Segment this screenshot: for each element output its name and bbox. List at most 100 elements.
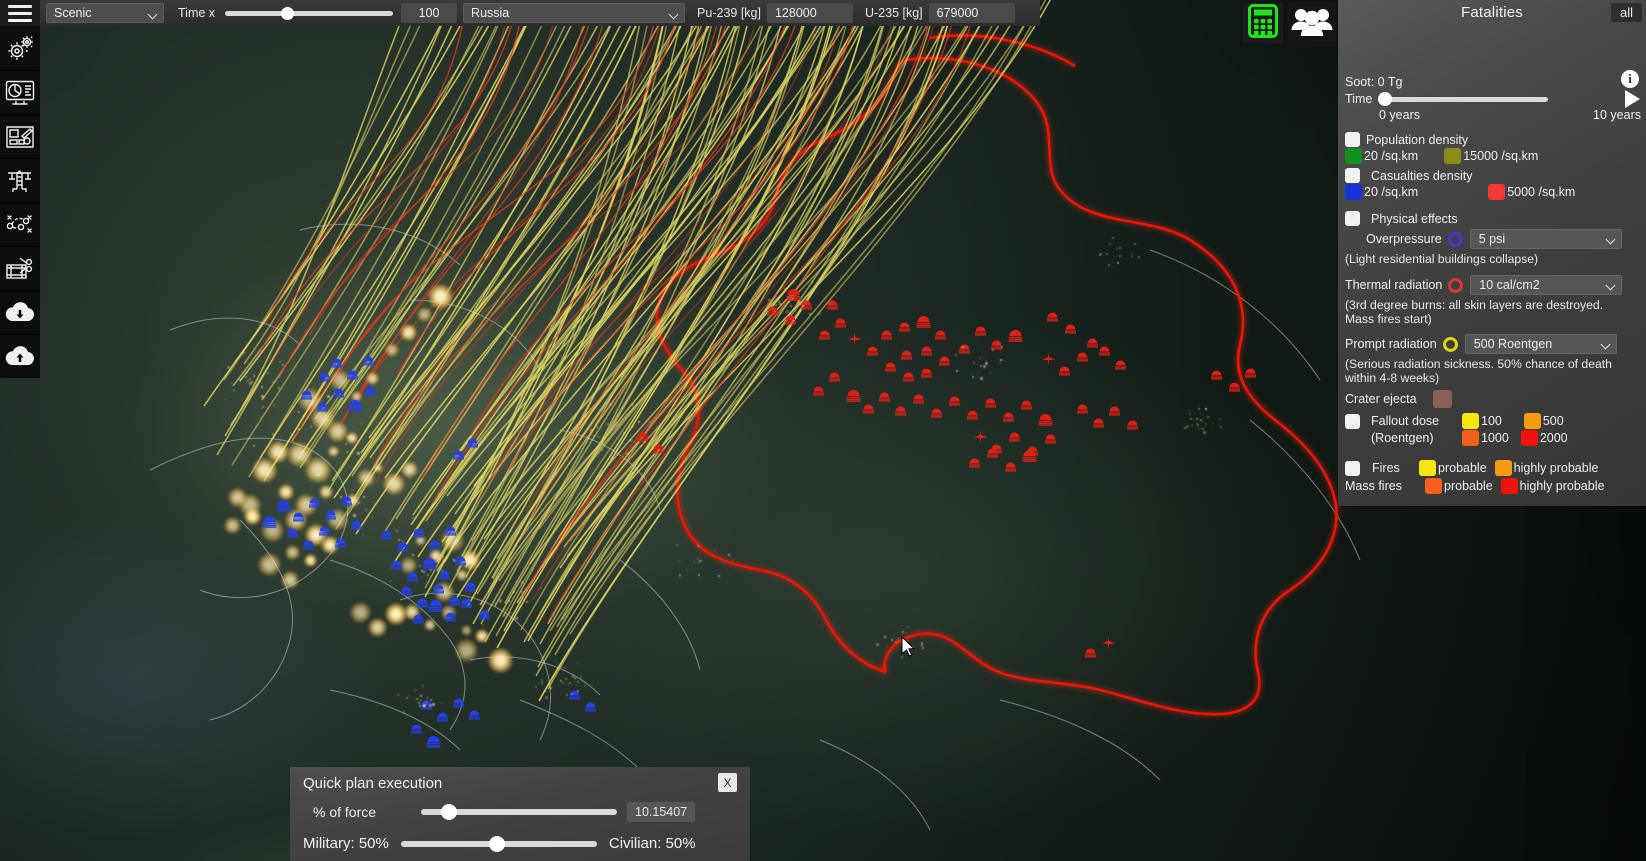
thermal-radiation-note: (3rd degree burns: all skin layers are d…	[1345, 298, 1604, 326]
prompt-radiation-value: 500 Roentgen	[1473, 337, 1553, 351]
population-density-checkbox[interactable]	[1345, 132, 1360, 147]
prompt-color-ring	[1442, 336, 1458, 352]
pu239-field[interactable]: 128000	[766, 3, 853, 23]
casualties-legend: 20 /sq.km 5000 /sq.km	[1345, 184, 1642, 200]
u235-field[interactable]: 679000	[928, 3, 1015, 23]
scenario-mode-select[interactable]: Scenic	[46, 3, 164, 23]
population-legend-low: 20 /sq.km	[1345, 148, 1418, 164]
left-sidebar	[0, 26, 40, 378]
sidebar-item-design[interactable]	[0, 114, 40, 158]
physical-effects-label: Physical effects	[1371, 211, 1458, 226]
fallout-value-1000: 1000	[1481, 431, 1509, 445]
pu239-label: Pu-239 [kg]	[697, 6, 761, 20]
fallout-dose-row-2: (Roentgen) 1000 2000	[1345, 430, 1642, 446]
prompt-radiation-label: Prompt radiation	[1345, 337, 1437, 351]
population-high-swatch	[1444, 148, 1462, 164]
casualties-density-row[interactable]: Casualties density	[1345, 168, 1642, 183]
prompt-radiation-row: Prompt radiation 500 Roentgen	[1345, 334, 1642, 354]
hamburger-icon[interactable]	[0, 0, 40, 26]
force-percentage-row: % of force 10.15407	[303, 802, 740, 822]
overpressure-select[interactable]: 5 psi	[1469, 229, 1622, 249]
mil-civ-slider-knob[interactable]	[488, 835, 505, 852]
population-button[interactable]	[1288, 2, 1336, 46]
civilian-label: Civilian: 50%	[608, 835, 696, 852]
fallout-dose-row: Fallout dose 100 500	[1345, 413, 1642, 429]
fallout-swatch-500	[1523, 413, 1541, 429]
crater-ejecta-row: Crater ejecta	[1345, 390, 1642, 408]
panel-time-slider[interactable]	[1378, 91, 1549, 107]
cloud-upload-icon	[4, 345, 36, 369]
time-multiplier-slider[interactable]	[225, 3, 394, 23]
cloud-download-icon	[4, 301, 36, 325]
thermal-radiation-row: Thermal radiation 10 cal/cm2	[1345, 275, 1642, 295]
sidebar-item-construction[interactable]	[0, 158, 40, 202]
mass-fires-highly-label: highly probable	[1519, 479, 1605, 493]
population-density-row[interactable]: Population density	[1345, 132, 1642, 147]
casualties-density-label: Casualties density	[1371, 168, 1473, 183]
play-icon[interactable]	[1625, 90, 1640, 108]
sidebar-item-settings[interactable]	[0, 26, 40, 70]
fires-probable-swatch	[1419, 460, 1436, 476]
time-max-label: 10 years	[1593, 108, 1641, 122]
fallout-value-100: 100	[1481, 414, 1502, 428]
fallout-swatch-1000	[1462, 430, 1479, 446]
force-percentage-label: % of force	[313, 804, 377, 820]
force-slider-knob[interactable]	[441, 804, 457, 820]
casualties-density-checkbox[interactable]	[1345, 168, 1360, 183]
overpressure-label: Overpressure	[1366, 232, 1442, 246]
prompt-radiation-select[interactable]: 500 Roentgen	[1464, 334, 1617, 354]
application-window: Scenic Time x 100 Russia Pu-239 [kg] 128…	[0, 0, 1646, 861]
physical-effects-row[interactable]: Physical effects	[1345, 211, 1642, 226]
people-icon	[1291, 6, 1333, 43]
mass-fires-row: Mass fires probable highly probable	[1345, 478, 1642, 494]
fires-checkbox[interactable]	[1345, 460, 1360, 476]
casualties-high-swatch	[1488, 184, 1506, 200]
crater-ejecta-label: Crater ejecta	[1345, 392, 1417, 406]
time-slider-row: Time	[1345, 91, 1641, 107]
close-icon[interactable]: X	[718, 773, 737, 792]
time-slider-track	[225, 11, 394, 16]
mass-fires-label: Mass fires	[1345, 479, 1402, 493]
force-percentage-slider[interactable]	[421, 804, 617, 820]
fires-label: Fires	[1372, 461, 1400, 475]
quick-plan-dialog: Quick plan execution X % of force 10.154…	[290, 767, 750, 861]
fallout-dose-label: Fallout dose	[1371, 414, 1440, 428]
population-low-value: 20 /sq.km	[1364, 149, 1419, 163]
thermal-radiation-value: 10 cal/cm2	[1479, 278, 1540, 292]
time-range-labels: 0 years 10 years	[1345, 108, 1641, 122]
force-percentage-value[interactable]: 10.15407	[627, 802, 696, 822]
thermal-radiation-select[interactable]: 10 cal/cm2	[1470, 275, 1623, 295]
sidebar-item-download[interactable]	[0, 290, 40, 334]
panel-options: Population density 20 /sq.km 15000 /sq.k…	[1345, 132, 1642, 495]
population-low-swatch	[1345, 148, 1362, 164]
thermal-color-ring	[1448, 277, 1464, 293]
military-civilian-row: Military: 50% Civilian: 50%	[303, 835, 740, 852]
panel-time-knob[interactable]	[1378, 92, 1393, 106]
sidebar-item-statistics[interactable]	[0, 70, 40, 114]
military-civilian-slider[interactable]	[400, 835, 597, 852]
time-slider-knob[interactable]	[281, 7, 295, 20]
overpressure-note: (Light residential buildings collapse)	[1345, 252, 1539, 266]
country-select[interactable]: Russia	[463, 3, 686, 23]
all-button[interactable]: all	[1610, 3, 1642, 22]
country-select-value: Russia	[471, 6, 510, 20]
fallout-swatch-100	[1462, 413, 1479, 429]
fallout-dose-checkbox[interactable]	[1345, 413, 1360, 429]
time-multiplier-value[interactable]: 100	[401, 3, 458, 23]
casualties-low-value: 20 /sq.km	[1364, 185, 1419, 199]
dialog-title: Quick plan execution	[303, 775, 443, 792]
fallout-value-500: 500	[1542, 414, 1564, 428]
sidebar-item-editor[interactable]	[0, 246, 40, 290]
sidebar-item-upload[interactable]	[0, 334, 40, 378]
u235-label: U-235 [kg]	[864, 6, 923, 20]
fallout-dose-sublabel: (Roentgen)	[1371, 431, 1434, 445]
calculator-button[interactable]	[1243, 3, 1283, 43]
crane-icon	[5, 168, 35, 194]
time-min-label: 0 years	[1379, 108, 1420, 122]
strategy-icon	[5, 213, 35, 237]
fires-row: Fires probable highly probable	[1345, 460, 1642, 476]
blueprint-icon	[5, 124, 35, 150]
physical-effects-checkbox[interactable]	[1345, 211, 1360, 226]
sidebar-item-plan[interactable]	[0, 202, 40, 246]
info-icon[interactable]: i	[1621, 70, 1639, 88]
